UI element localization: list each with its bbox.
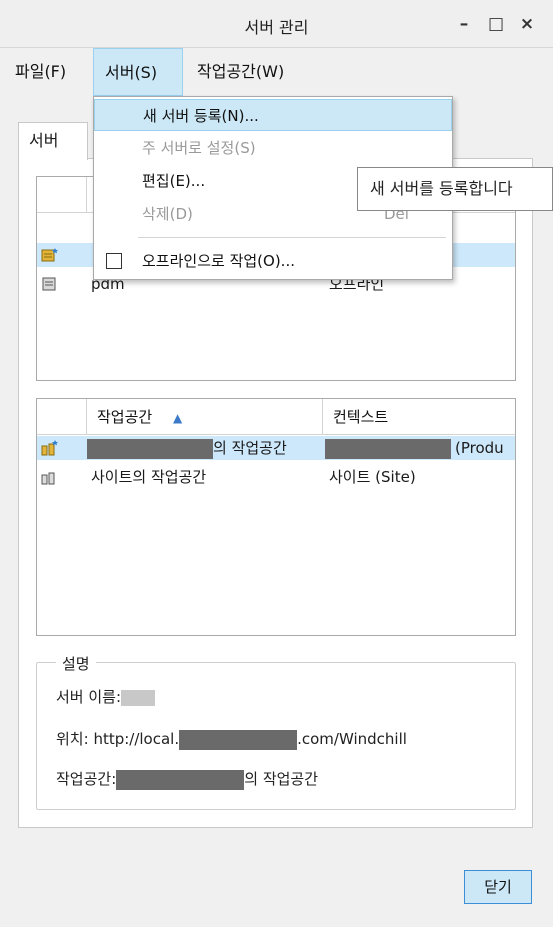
redacted-text [179,729,298,750]
redacted-text [87,438,213,459]
menu-item-register-new-server[interactable]: 새 서버 등록(N)... [94,99,452,131]
workspace-list-header: 작업공간 ▲ 컨텍스트 [37,399,515,435]
workspace-row[interactable]: 사이트의 작업공간 사이트 (Site) [37,465,515,489]
server-active-icon [41,248,58,262]
menu-bar: 파일(F) 서버(S) 작업공간(W) [0,48,553,96]
menu-file[interactable]: 파일(F) [4,48,77,96]
header-workspace[interactable]: 작업공간 ▲ [87,399,323,435]
tab-server[interactable]: 서버 [18,122,88,160]
header-icon-column[interactable] [37,177,87,213]
redacted-text [121,689,156,706]
tooltip: 새 서버를 등록합니다 [357,167,553,211]
close-window-button[interactable]: × [515,12,539,36]
workspace-icon [41,472,55,485]
menu-item-set-primary-server[interactable]: 주 서버로 설정(S) [94,132,452,164]
description-legend: 설명 [56,653,96,674]
workspace-context: 사이트 (Site) [329,468,416,486]
server-icon [42,277,56,291]
workspace-context: (Produ [325,436,515,460]
header-icon-column[interactable] [37,399,87,435]
redacted-text [116,769,245,790]
menu-separator [138,237,446,238]
redacted-text [325,438,451,459]
workspace-row-selected[interactable]: 의 작업공간 (Produ [37,436,515,460]
maximize-button[interactable]: □ [484,12,508,36]
menu-workspace[interactable]: 작업공간(W) [186,48,295,96]
workspace-name: 사이트의 작업공간 [91,468,207,486]
close-button[interactable]: 닫기 [464,870,532,904]
workspace-name: 의 작업공간 [87,436,287,460]
menu-item-work-offline[interactable]: 오프라인으로 작업(O)... [94,245,452,277]
workspace-list[interactable]: 작업공간 ▲ 컨텍스트 의 작업공간 (Produ 사이트의 작업공간 사이트 … [36,398,516,636]
header-workspace-label: 작업공간 [97,408,153,426]
server-name-line: 서버 이름: [56,686,156,707]
header-context[interactable]: 컨텍스트 [323,399,515,435]
title-bar: 서버 관리 – □ × [0,0,553,48]
offline-checkbox[interactable] [106,253,122,269]
workspace-line: 작업공간: 의 작업공간 [56,769,319,790]
sort-ascending-icon: ▲ [172,411,183,425]
minimize-button[interactable]: – [452,12,476,36]
location-line: 위치: http://local. .com/Windchill [56,729,407,750]
menu-server[interactable]: 서버(S) [93,48,183,96]
workspace-active-icon [41,440,58,456]
